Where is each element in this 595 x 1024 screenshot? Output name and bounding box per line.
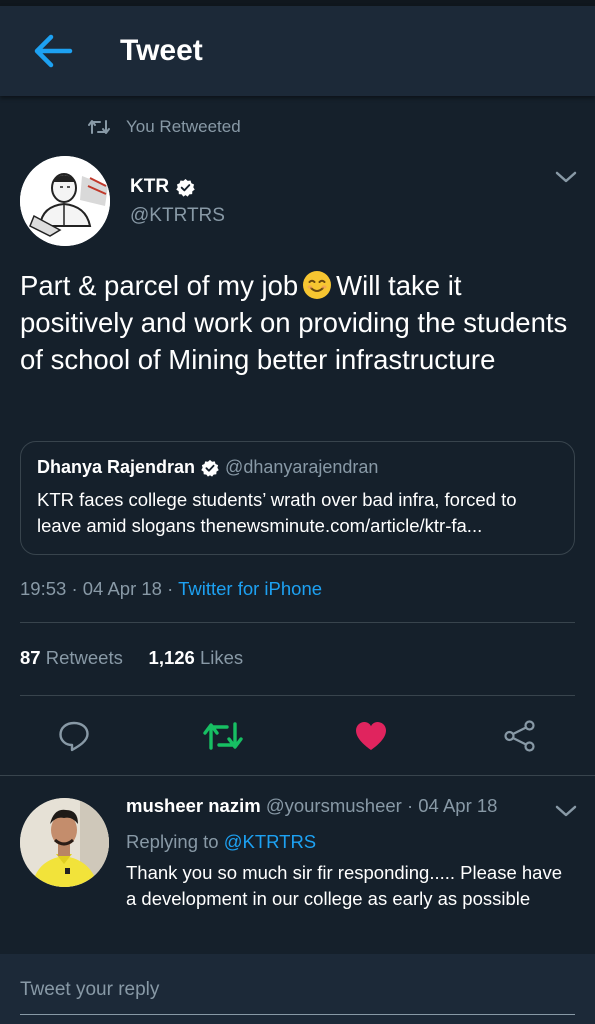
reply-date: · 04 Apr 18 [406,795,498,816]
reply-button[interactable] [52,714,96,758]
author-name[interactable]: KTR [130,176,195,198]
reply-options-button[interactable] [555,804,577,823]
retweet-context: You Retweeted [88,114,241,140]
author-portrait-image [20,156,110,246]
reply-input[interactable] [20,972,575,1008]
quoted-tweet-text: KTR faces college students’ wrath over b… [37,489,517,536]
likes-stat[interactable]: 1,126 Likes [149,647,244,668]
tweet-time: 19:53 [20,578,67,599]
reply-composer [0,954,595,1024]
divider [20,695,575,696]
tweet-stats: 87 Retweets 1,126 Likes [20,647,243,669]
reply-tweet[interactable]: musheer nazim @yoursmusheer · 04 Apr 18 … [0,776,595,954]
reply-author-name[interactable]: musheer nazim [126,795,261,816]
reply-icon [59,721,89,752]
author-handle[interactable]: @KTRTRS [130,205,225,227]
tweet-options-button[interactable] [555,170,577,189]
smiling-face-icon [303,271,332,299]
heart-icon [356,722,386,750]
tweet-metadata: 19:53 · 04 Apr 18 · Twitter for iPhone [20,578,322,600]
retweet-icon [203,722,243,750]
reply-header: musheer nazim @yoursmusheer · 04 Apr 18 [126,795,497,817]
share-button[interactable] [498,714,542,758]
reply-author-handle[interactable]: @yoursmusheer [266,795,402,816]
divider [20,622,575,623]
retweet-context-text: You Retweeted [126,117,241,136]
page-title: Tweet [120,34,203,67]
top-app-bar: Tweet [0,6,595,96]
author-avatar[interactable] [20,156,110,246]
meta-separator: · [71,578,78,599]
tweet-text: Part & parcel of my job Will take it pos… [20,270,568,375]
chevron-down-icon [555,171,577,183]
retweets-stat[interactable]: 87 Retweets [20,647,123,668]
reply-author-avatar[interactable] [20,798,109,887]
tweet-date: 04 Apr 18 [82,578,162,599]
back-button[interactable] [30,32,76,70]
retweet-icon [88,120,110,134]
reply-text: Thank you so much sir fir responding....… [126,862,562,909]
replying-to: Replying to @KTRTRS [126,831,317,852]
quoted-tweet-header: Dhanya Rajendran @dhanyarajendran [37,457,378,478]
like-button[interactable] [349,714,393,758]
verified-badge-icon [176,178,195,197]
input-underline [20,1014,575,1015]
quoted-author-name: Dhanya Rajendran [37,457,196,477]
quoted-author-handle: @dhanyarajendran [225,457,379,477]
share-icon [504,720,535,752]
tweet-client-link[interactable]: Twitter for iPhone [178,578,322,599]
retweet-button[interactable] [201,714,245,758]
verified-badge-icon [201,459,219,477]
reply-author-photo [20,798,109,887]
replying-to-mention[interactable]: @KTRTRS [224,831,316,852]
arrow-left-icon [34,34,73,68]
meta-separator: · [167,578,174,599]
quoted-tweet-card[interactable]: Dhanya Rajendran @dhanyarajendran KTR fa… [20,441,575,555]
chevron-down-icon [555,805,577,817]
